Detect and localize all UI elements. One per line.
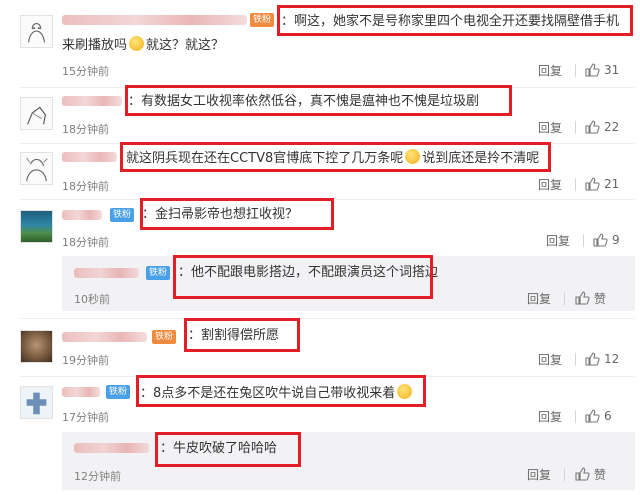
like-count: 31	[604, 63, 620, 77]
divider	[575, 410, 576, 423]
reply-button[interactable]: 回复	[546, 232, 570, 249]
fan-badge: 铁粉	[250, 13, 275, 27]
fan-badge: 铁粉	[106, 385, 131, 399]
thumbs-up-icon	[585, 120, 600, 134]
cross-icon	[26, 392, 47, 415]
comment-text-continued: 来刷播放吗 就这？就这？	[62, 36, 225, 53]
divider	[575, 121, 576, 134]
highlight-box	[173, 255, 433, 299]
divider	[575, 178, 576, 191]
timestamp: 18分钟前	[62, 236, 109, 249]
thumbs-up-icon	[593, 233, 608, 247]
highlight-box	[136, 375, 426, 407]
username-blurred[interactable]	[62, 152, 117, 162]
avatar[interactable]	[20, 210, 53, 243]
like-button[interactable]: 12	[584, 350, 619, 368]
fan-badge: 铁粉	[146, 266, 171, 280]
divider	[20, 318, 635, 319]
fan-badge: 铁粉	[152, 330, 177, 344]
timestamp: 19分钟前	[62, 354, 109, 367]
reply-button[interactable]: 回复	[538, 408, 562, 425]
avatar[interactable]	[20, 386, 53, 419]
highlight-box	[155, 432, 301, 467]
like-label: 赞	[594, 467, 607, 482]
highlight-box	[277, 5, 633, 36]
divider	[564, 468, 565, 481]
highlight-box	[184, 318, 300, 352]
timestamp: 18分钟前	[62, 123, 109, 136]
highlight-box	[125, 85, 512, 116]
username-blurred[interactable]	[62, 96, 122, 106]
thumbs-up-icon	[575, 467, 590, 481]
reply-button[interactable]: 回复	[527, 466, 551, 483]
timestamp: 18分钟前	[62, 180, 109, 193]
emoji-icon	[129, 36, 145, 51]
like-button[interactable]: 6	[584, 407, 612, 425]
divider	[575, 64, 576, 77]
thumbs-up-icon	[585, 63, 600, 77]
username-blurred[interactable]	[74, 268, 139, 278]
like-label: 赞	[594, 291, 607, 306]
like-count: 21	[604, 177, 620, 191]
username-blurred[interactable]	[62, 387, 100, 397]
highlight-box	[120, 142, 551, 172]
avatar[interactable]	[20, 15, 53, 48]
like-count: 9	[612, 233, 620, 247]
thumbs-up-icon	[585, 352, 600, 366]
avatar[interactable]	[20, 97, 53, 130]
like-count: 6	[604, 409, 612, 423]
like-button[interactable]: 赞	[574, 289, 606, 307]
username-blurred[interactable]	[62, 210, 102, 220]
reply-button[interactable]: 回复	[527, 290, 551, 307]
reply-button[interactable]: 回复	[538, 176, 562, 193]
like-count: 12	[604, 352, 620, 366]
timestamp: 15分钟前	[62, 65, 109, 78]
reply-button[interactable]: 回复	[538, 62, 562, 79]
like-button[interactable]: 21	[584, 175, 619, 193]
like-button[interactable]: 31	[584, 61, 619, 79]
username-blurred[interactable]	[74, 443, 149, 453]
divider	[575, 353, 576, 366]
timestamp: 10秒前	[74, 293, 110, 306]
timestamp: 12分钟前	[74, 470, 121, 483]
fan-badge: 铁粉	[110, 208, 135, 222]
reply-button[interactable]: 回复	[538, 351, 562, 368]
like-button[interactable]: 22	[584, 118, 619, 136]
sketch-figure-icon	[27, 106, 47, 125]
highlight-box	[140, 198, 334, 230]
reply-button[interactable]: 回复	[538, 119, 562, 136]
thumbs-up-icon	[585, 177, 600, 191]
like-button[interactable]: 赞	[574, 465, 606, 483]
avatar[interactable]	[20, 152, 53, 185]
like-count: 22	[604, 120, 620, 134]
username-blurred[interactable]	[62, 15, 247, 25]
thumbs-up-icon	[575, 291, 590, 305]
like-button[interactable]: 9	[592, 231, 620, 249]
thumbs-up-icon	[585, 409, 600, 423]
divider	[564, 292, 565, 305]
sketch-figure-icon	[27, 22, 46, 43]
timestamp: 17分钟前	[62, 411, 109, 424]
username-blurred[interactable]	[62, 332, 147, 342]
sketch-figure-icon	[26, 157, 48, 182]
divider	[583, 234, 584, 247]
avatar[interactable]	[20, 330, 53, 363]
